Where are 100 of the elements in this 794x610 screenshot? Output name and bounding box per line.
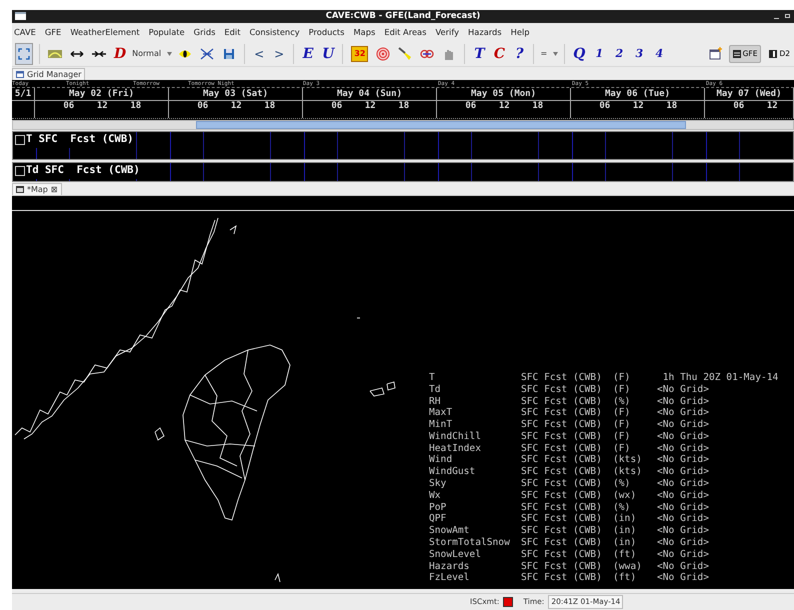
menu-item[interactable]: Edit Areas	[384, 26, 426, 38]
map-tab[interactable]: *Map ⊠	[12, 183, 62, 195]
menu-item[interactable]: Populate	[148, 26, 185, 38]
tool-button[interactable]: C	[491, 44, 508, 64]
value-label: <No Grid>	[657, 454, 709, 466]
map-canvas[interactable]	[12, 195, 794, 589]
source-label: SFC Fcst (CWB)	[521, 548, 603, 560]
scrollbar-thumb[interactable]	[196, 121, 686, 129]
units-label: (F)	[613, 419, 632, 431]
menu-item[interactable]: GFE	[44, 26, 62, 38]
units-label: (kts)	[613, 466, 643, 478]
tool-button[interactable]: U	[320, 44, 336, 64]
element-name: QPF	[429, 513, 448, 526]
value-label: <No Grid>	[657, 560, 709, 572]
source-label: SFC Fcst (CWB)	[521, 372, 603, 384]
hour-label: 12	[498, 101, 511, 113]
window-title: CAVE:CWB - GFE(Land_Forecast)	[326, 10, 480, 23]
units-label: (in)	[613, 536, 638, 549]
date-label: May 05 (Mon)	[470, 89, 536, 99]
date-label: May 04 (Sun)	[336, 89, 402, 99]
tool-button[interactable]: 4	[651, 44, 668, 64]
menu-item[interactable]: Verify	[435, 26, 460, 38]
grid-row[interactable]: T SFC Fcst (CWB)	[12, 131, 794, 160]
element-name: MinT	[429, 419, 454, 431]
fit-view-button[interactable]	[15, 42, 33, 64]
source-label: SFC Fcst (CWB)	[521, 430, 603, 443]
source-label: SFC Fcst (CWB)	[521, 536, 603, 549]
element-name: HeatIndex	[429, 442, 482, 454]
source-label: SFC Fcst (CWB)	[521, 490, 603, 502]
menu-item[interactable]: Products	[308, 26, 344, 38]
units-label: (in)	[613, 513, 638, 526]
hour-label: 06	[330, 101, 344, 113]
element-name: FzLevel	[429, 572, 470, 584]
tool-button[interactable]: ?	[511, 44, 528, 64]
value-label: <No Grid>	[657, 396, 709, 408]
checkbox[interactable]	[15, 135, 25, 145]
option-dropdown[interactable]: =	[540, 48, 548, 60]
tool-button[interactable]: 1	[591, 44, 608, 64]
source-label: SFC Fcst (CWB)	[521, 478, 603, 490]
value-label: <No Grid>	[657, 525, 709, 537]
checkbox[interactable]	[15, 166, 25, 176]
caret-icon[interactable]	[167, 52, 172, 56]
units-label: (%)	[613, 478, 632, 490]
list-icon	[732, 50, 741, 58]
date-label: May 07 (Wed)	[716, 89, 782, 99]
value-label: <No Grid>	[657, 548, 709, 560]
window-icon	[16, 71, 24, 78]
menu-item[interactable]: Maps	[354, 26, 376, 38]
element-name: PoP	[429, 502, 448, 514]
source-label: SFC Fcst (CWB)	[521, 466, 603, 478]
menu-item[interactable]: Edit	[224, 26, 240, 38]
menu-item[interactable]: WeatherElement	[70, 26, 140, 38]
value-label: <No Grid>	[657, 572, 709, 584]
value-label: <No Grid>	[657, 419, 709, 431]
mode-dropdown[interactable]: Normal	[132, 48, 162, 60]
value-label: <No Grid>	[657, 407, 709, 420]
units-label: (F)	[613, 384, 632, 396]
tool-button[interactable]: T	[471, 44, 488, 64]
menu-item[interactable]: Help	[510, 26, 530, 38]
menu-item[interactable]: CAVE	[14, 26, 36, 38]
value-label: <No Grid>	[657, 478, 709, 490]
units-label: (wx)	[613, 490, 638, 502]
value-label: <No Grid>	[657, 502, 709, 514]
value-label: <No Grid>	[657, 466, 709, 478]
source-label: SFC Fcst (CWB)	[521, 560, 603, 572]
units-label: (wwa)	[613, 560, 643, 572]
tool-button[interactable]: Q	[571, 44, 588, 64]
hour-label: 18	[397, 101, 410, 113]
tool-button[interactable]: 2	[611, 44, 628, 64]
units-label: (in)	[613, 525, 638, 537]
tool-button[interactable]: E	[300, 44, 316, 64]
hour-label: 18	[531, 101, 544, 113]
source-label: SFC Fcst (CWB)	[521, 454, 603, 466]
element-name: T	[429, 372, 436, 384]
close-icon[interactable]: ⊠	[50, 184, 58, 196]
menu-item[interactable]: Consistency	[250, 26, 300, 38]
horizontal-scrollbar[interactable]	[12, 120, 794, 130]
menu-item[interactable]: Grids	[194, 26, 216, 38]
hour-label: 18	[129, 101, 142, 113]
value-label: <No Grid>	[657, 513, 709, 526]
nav-button[interactable]: <	[251, 44, 268, 64]
hour-label: 06	[464, 101, 478, 113]
element-name: WindChill	[429, 430, 482, 443]
nav-button[interactable]: >	[271, 44, 288, 64]
element-name: SnowLevel	[429, 548, 482, 560]
source-label: SFC Fcst (CWB)	[521, 384, 603, 396]
tool-button[interactable]: D	[112, 44, 128, 64]
menu-item[interactable]: Hazards	[468, 26, 502, 38]
units-label: (F)	[613, 442, 632, 454]
date-label: May 06 (Tue)	[604, 89, 670, 99]
element-name: Wind	[429, 454, 454, 466]
caret-icon[interactable]	[553, 52, 558, 56]
hour-label: 12	[230, 101, 243, 113]
maximize-button[interactable]	[785, 14, 790, 18]
grid-row[interactable]: Td SFC Fcst (CWB)	[12, 162, 794, 182]
source-label: SFC Fcst (CWB)	[521, 525, 603, 537]
grid-manager-tab[interactable]: Grid Manager	[12, 68, 86, 80]
source-label: SFC Fcst (CWB)	[521, 572, 603, 584]
value-label: <No Grid>	[657, 442, 709, 454]
tool-button[interactable]: 3	[631, 44, 648, 64]
